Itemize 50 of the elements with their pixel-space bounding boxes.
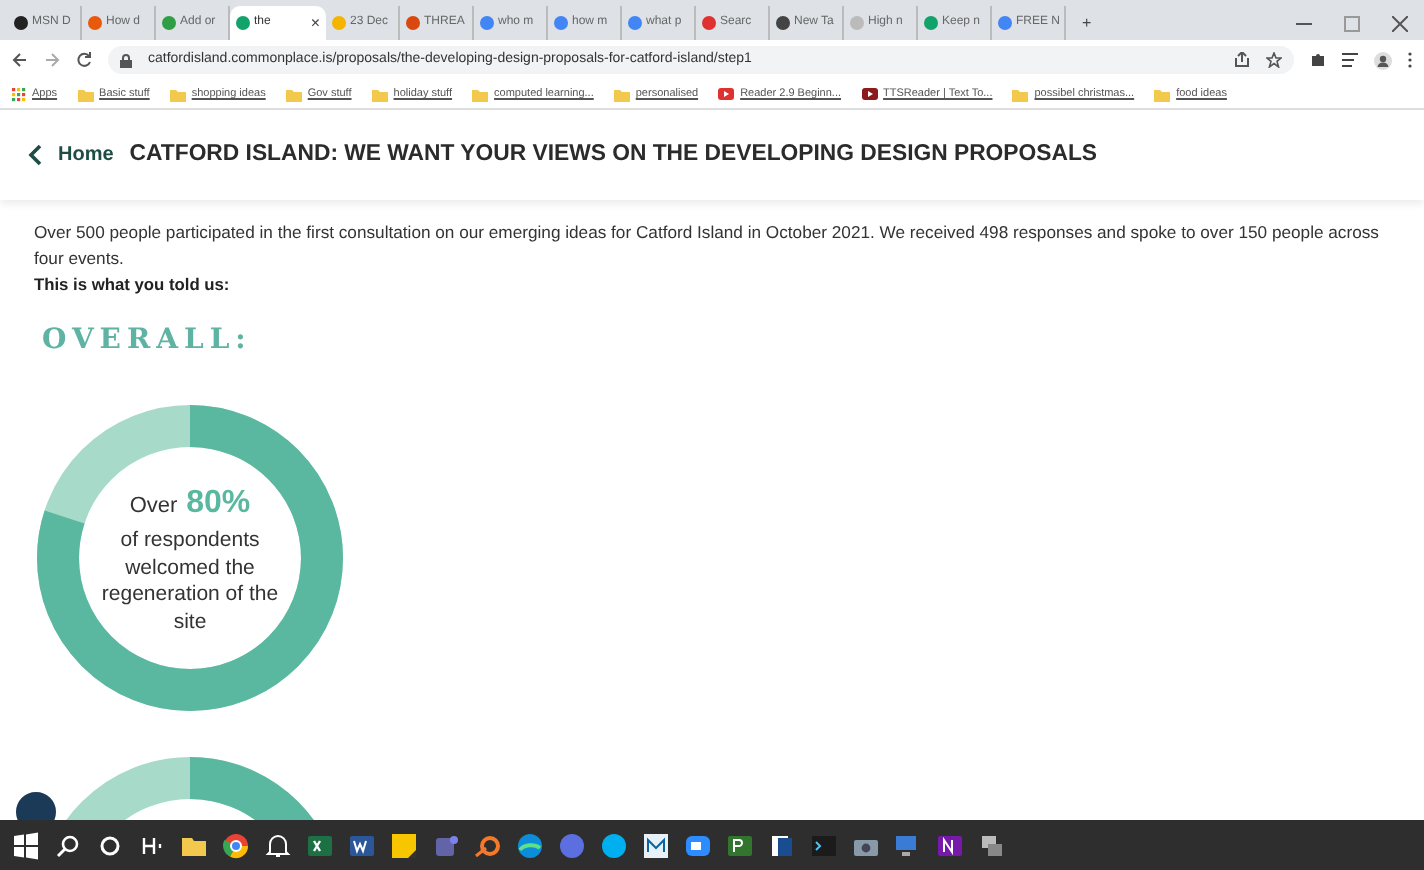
computer-icon[interactable] bbox=[894, 831, 922, 859]
notebook-icon[interactable] bbox=[936, 831, 964, 859]
puzzle-icon[interactable] bbox=[1310, 52, 1326, 68]
folder-icon bbox=[472, 87, 489, 101]
lock-icon bbox=[120, 53, 132, 67]
cards-icon[interactable] bbox=[768, 831, 796, 859]
back-chevron-icon[interactable] bbox=[28, 144, 42, 166]
star-icon[interactable] bbox=[1266, 52, 1282, 68]
folder-icon bbox=[1154, 87, 1171, 101]
circle-icon[interactable] bbox=[96, 831, 124, 859]
close-tab-button[interactable]: × bbox=[310, 15, 320, 31]
list-icon[interactable] bbox=[1342, 52, 1358, 68]
page-title: CATFORD ISLAND: WE WANT YOUR VIEWS ON THE DEVELOPING DESIGN PROPOSALS bbox=[129, 141, 1098, 169]
sticky-note-icon[interactable] bbox=[390, 831, 418, 859]
spreadsheet-icon[interactable] bbox=[306, 831, 334, 859]
video-camera-icon[interactable] bbox=[684, 831, 712, 859]
swirl-icon[interactable] bbox=[474, 831, 502, 859]
windows-start-icon[interactable] bbox=[12, 831, 40, 859]
folder-icon bbox=[371, 87, 388, 101]
disc-icon[interactable] bbox=[558, 831, 586, 859]
home-link[interactable]: Home bbox=[58, 140, 114, 170]
folder-icon bbox=[1012, 87, 1029, 101]
reload-icon[interactable] bbox=[76, 52, 92, 68]
section-heading: OVERALL: bbox=[42, 322, 254, 361]
folder-icon bbox=[77, 87, 94, 101]
percent-value: 80% bbox=[186, 486, 251, 521]
team-icon[interactable] bbox=[432, 831, 460, 859]
folder-icon bbox=[285, 87, 302, 101]
donut-caption: of respondents welcomed the regeneration of the site bbox=[99, 528, 281, 638]
back-icon[interactable] bbox=[12, 52, 28, 68]
terminal-icon[interactable] bbox=[810, 831, 838, 859]
folder-icon bbox=[613, 87, 630, 101]
intro-paragraph: Over 500 people participated in the first consultation on our emerging ideas for Catford Island in October 2021. We received 498 responses and spoke to over 150 people across four events. bbox=[34, 220, 1381, 272]
lead-text: This is what you told us: bbox=[34, 271, 232, 297]
search-icon[interactable] bbox=[54, 831, 82, 859]
share-icon[interactable] bbox=[1234, 52, 1250, 68]
chat-icon[interactable] bbox=[600, 831, 628, 859]
wave-icon[interactable] bbox=[516, 831, 544, 859]
project-icon[interactable] bbox=[726, 831, 754, 859]
browser-icon[interactable] bbox=[222, 831, 250, 859]
document-icon[interactable] bbox=[348, 831, 376, 859]
apps-grid-icon bbox=[12, 87, 26, 101]
close-icon[interactable] bbox=[1392, 16, 1408, 32]
bell-icon[interactable] bbox=[264, 831, 292, 859]
network-icon[interactable] bbox=[978, 831, 1006, 859]
folder-icon bbox=[169, 87, 186, 101]
percent-prefix: Over bbox=[129, 494, 178, 519]
new-tab-button[interactable]: + bbox=[1082, 16, 1092, 32]
profile-icon[interactable] bbox=[1374, 51, 1392, 69]
mail-icon[interactable] bbox=[642, 831, 670, 859]
